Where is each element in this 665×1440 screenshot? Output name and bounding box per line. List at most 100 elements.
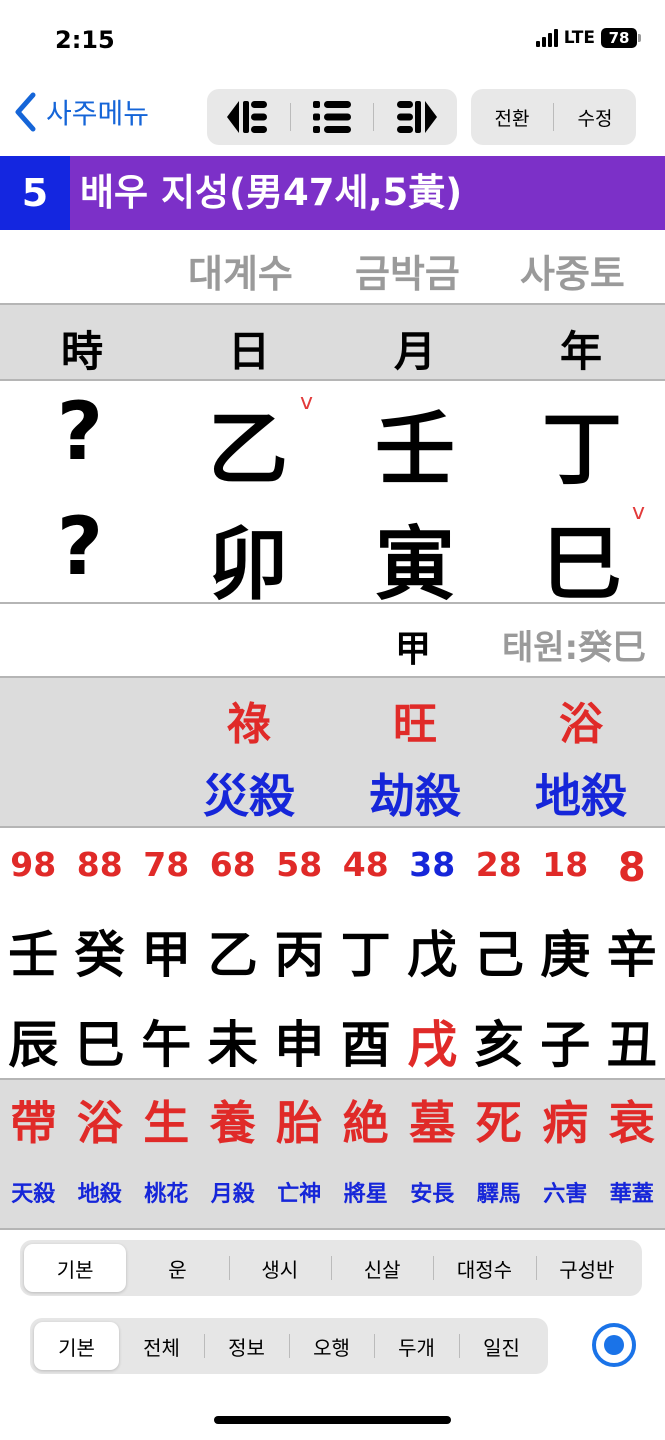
daeun-branch[interactable]: 辰 bbox=[0, 1005, 67, 1077]
tab-secondary[interactable]: 정보 bbox=[204, 1322, 289, 1370]
divider bbox=[0, 1228, 665, 1230]
record-title: 배우 지성(男47세,5黃) bbox=[80, 171, 463, 214]
daeun-branch[interactable]: 子 bbox=[532, 1005, 599, 1077]
divider bbox=[0, 379, 665, 381]
daeun-stem[interactable]: 丁 bbox=[333, 915, 400, 987]
daeun-branches[interactable]: 辰巳午未申酉戌亥子丑 bbox=[0, 1005, 665, 1077]
daeun-stage: 浴 bbox=[76, 1096, 123, 1150]
next-button[interactable] bbox=[374, 89, 457, 145]
daeun-stage: 生 bbox=[143, 1096, 190, 1150]
check-mark-day: v bbox=[300, 390, 314, 415]
stem-year[interactable]: 丁 bbox=[512, 385, 652, 501]
header-month: 月 bbox=[393, 327, 436, 376]
daeun-branch[interactable]: 午 bbox=[133, 1005, 200, 1077]
daeun-branch[interactable]: 丑 bbox=[599, 1005, 665, 1077]
tab-primary[interactable]: 생시 bbox=[228, 1244, 331, 1292]
daeun-stem[interactable]: 庚 bbox=[532, 915, 599, 987]
stem-month[interactable]: 壬 bbox=[345, 385, 485, 501]
daeun-spirit: 月殺 bbox=[210, 1182, 255, 1207]
daeun-age: 58 bbox=[276, 845, 323, 884]
daeun-stem[interactable]: 戊 bbox=[399, 915, 466, 987]
next-icon bbox=[396, 101, 437, 133]
daeun-spirit: 六害 bbox=[543, 1182, 588, 1207]
nayin-year: 사중토 bbox=[520, 252, 625, 296]
daeun-stem[interactable]: 壬 bbox=[0, 915, 67, 987]
daeun-branch[interactable]: 酉 bbox=[333, 1005, 400, 1077]
daeun-stem[interactable]: 辛 bbox=[599, 915, 665, 987]
daeun-stem[interactable]: 癸 bbox=[67, 915, 134, 987]
tab-primary[interactable]: 대정수 bbox=[433, 1244, 535, 1292]
daeun-stage: 養 bbox=[209, 1096, 256, 1150]
daeun-age: 28 bbox=[475, 845, 522, 884]
tab-primary[interactable]: 신살 bbox=[330, 1244, 433, 1292]
daeun-stage: 絶 bbox=[342, 1096, 389, 1150]
stage-month: 旺 bbox=[393, 699, 437, 750]
daeun-branch[interactable]: 巳 bbox=[67, 1005, 134, 1077]
primary-tabs: 기본 운 생시 신살 대정수 구성반 bbox=[20, 1240, 642, 1296]
daeun-spirit: 安長 bbox=[410, 1182, 455, 1207]
daeun-branch[interactable]: 未 bbox=[200, 1005, 267, 1077]
previous-button[interactable] bbox=[207, 89, 290, 145]
tab-secondary[interactable]: 일진 bbox=[459, 1322, 544, 1370]
tab-primary[interactable]: 기본 bbox=[24, 1244, 127, 1292]
stem-day[interactable]: 乙 bbox=[178, 385, 318, 501]
taewon-label: 태원:癸巳 bbox=[502, 628, 647, 668]
daeun-age: 78 bbox=[143, 845, 190, 884]
daeun-stem[interactable]: 甲 bbox=[133, 915, 200, 987]
header-day: 日 bbox=[227, 327, 270, 376]
action-segment: 전환 수정 bbox=[471, 89, 636, 145]
divider bbox=[0, 602, 665, 604]
daeun-age: 48 bbox=[342, 845, 389, 884]
daeun-stem[interactable]: 己 bbox=[466, 915, 533, 987]
daeun-stage: 病 bbox=[542, 1096, 589, 1150]
tab-primary[interactable]: 구성반 bbox=[535, 1244, 638, 1292]
daeun-stage: 帶 bbox=[10, 1096, 57, 1150]
signal-icon bbox=[535, 29, 558, 47]
stage-year: 浴 bbox=[559, 699, 603, 750]
tab-primary[interactable]: 운 bbox=[126, 1244, 228, 1292]
daeun-spirits: 天殺 地殺 桃花 月殺 亡神 將星 安長 驛馬 六害 華蓋 bbox=[0, 1176, 665, 1208]
tab-secondary[interactable]: 오행 bbox=[289, 1322, 374, 1370]
branch-year[interactable]: 巳 bbox=[512, 500, 652, 616]
daeun-stage: 胎 bbox=[276, 1096, 323, 1150]
spirit-month: 劫殺 bbox=[369, 769, 461, 823]
daeun-stage: 墓 bbox=[409, 1096, 456, 1150]
previous-icon bbox=[227, 101, 268, 133]
hidden-stem: 甲 bbox=[395, 629, 432, 670]
daeun-stage: 死 bbox=[475, 1096, 522, 1150]
daeun-spirit: 將星 bbox=[343, 1182, 388, 1207]
branch-day[interactable]: 卯 bbox=[178, 500, 318, 616]
daeun-age: 38 bbox=[409, 845, 456, 884]
secondary-tabs: 기본 전체 정보 오행 두개 일진 bbox=[30, 1318, 548, 1374]
daeun-stem[interactable]: 丙 bbox=[266, 915, 333, 987]
daeun-branch[interactable]: 亥 bbox=[466, 1005, 533, 1077]
status-indicators: LTE 78 bbox=[535, 28, 641, 48]
daeun-spirit: 華蓋 bbox=[609, 1182, 654, 1207]
check-mark-year: v bbox=[632, 500, 646, 525]
daeun-stem[interactable]: 乙 bbox=[200, 915, 267, 987]
network-label: LTE bbox=[563, 28, 595, 48]
tab-secondary[interactable]: 두개 bbox=[374, 1322, 459, 1370]
edit-button[interactable]: 수정 bbox=[554, 89, 636, 145]
daeun-stage: 衰 bbox=[608, 1096, 655, 1150]
list-button[interactable] bbox=[291, 89, 374, 145]
convert-button[interactable]: 전환 bbox=[471, 89, 553, 145]
tab-secondary[interactable]: 기본 bbox=[34, 1322, 119, 1370]
daeun-stems[interactable]: 壬癸甲乙丙丁戊己庚辛 bbox=[0, 915, 665, 987]
daeun-spirit: 天殺 bbox=[11, 1182, 56, 1207]
record-navigation bbox=[207, 89, 457, 145]
daeun-spirit: 地殺 bbox=[77, 1182, 122, 1207]
stem-hour[interactable]: ? bbox=[10, 385, 150, 478]
tab-secondary[interactable]: 전체 bbox=[119, 1322, 204, 1370]
branch-month[interactable]: 寅 bbox=[345, 500, 485, 616]
daeun-branch[interactable]: 申 bbox=[266, 1005, 333, 1077]
spirit-year: 地殺 bbox=[535, 769, 627, 823]
daeun-ages: 98 88 78 68 58 48 38 28 18 8 bbox=[0, 845, 665, 891]
daeun-age: 8 bbox=[617, 845, 646, 891]
branch-hour[interactable]: ? bbox=[10, 500, 150, 593]
daeun-branch[interactable]: 戌 bbox=[399, 1005, 466, 1077]
nayin-month: 금박금 bbox=[355, 252, 460, 296]
radio-toggle[interactable] bbox=[592, 1323, 636, 1367]
back-label: 사주메뉴 bbox=[46, 97, 150, 130]
back-button[interactable]: 사주메뉴 bbox=[14, 92, 149, 132]
